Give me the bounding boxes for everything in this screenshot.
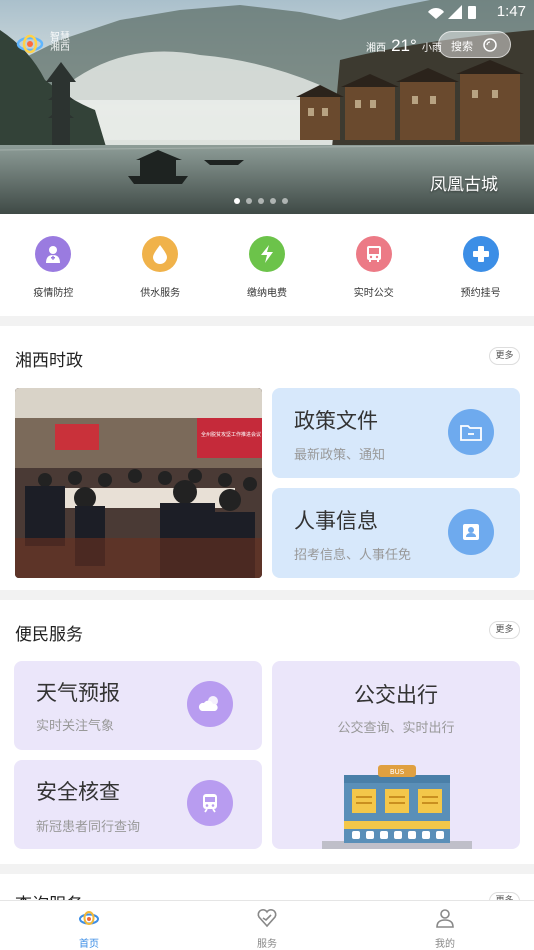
- medical-cross-icon: [462, 236, 499, 272]
- politics-section-title: 湘西时政: [15, 351, 83, 371]
- quick-item-electricity[interactable]: 缴纳电费: [214, 214, 321, 316]
- quick-item-bus[interactable]: 实时公交: [320, 214, 427, 316]
- card-subtitle: 公交查询、实时出行: [337, 721, 455, 736]
- card-subtitle: 招考信息、人事任免: [294, 548, 412, 563]
- bus-sign-text: BUS: [390, 768, 405, 776]
- train-icon: [187, 780, 233, 826]
- meeting-banner-text: 全州脱贫攻坚工作推进会议: [201, 431, 261, 438]
- politics-news-photo[interactable]: 全州脱贫攻坚工作推进会议: [15, 388, 262, 578]
- quick-item-label: 缴纳电费: [246, 288, 287, 299]
- search-placeholder: 搜索: [451, 40, 473, 53]
- nav-profile[interactable]: 我的: [356, 901, 534, 950]
- carousel-dot[interactable]: [282, 198, 288, 204]
- banner-caption: 凤凰古城: [430, 175, 498, 195]
- id-card-icon: [448, 509, 494, 555]
- card-title: 公交出行: [354, 683, 438, 707]
- services-more-button[interactable]: 更多: [489, 621, 520, 639]
- banner-carousel[interactable]: 1:47 智慧 湘西 湘西 21° 小雨 搜索 凤凰古城: [0, 0, 534, 214]
- app-screen: 1:47 智慧 湘西 湘西 21° 小雨 搜索 凤凰古城 疫情防控 供水服务 缴…: [0, 0, 534, 950]
- nav-label: 首页: [79, 939, 99, 950]
- quick-menu: 疫情防控 供水服务 缴纳电费 实时公交 预约挂号: [0, 214, 534, 316]
- bus-icon: [355, 236, 392, 272]
- quick-item-label: 实时公交: [353, 288, 394, 299]
- search-icon: [483, 38, 497, 52]
- status-time: 1:47: [496, 3, 526, 20]
- quick-item-label: 供水服务: [140, 288, 181, 299]
- weather-icon: [187, 681, 233, 727]
- quick-item-label: 预约挂号: [460, 288, 501, 299]
- lightning-icon: [248, 236, 285, 272]
- status-icons: [428, 5, 476, 19]
- status-bar: 1:47: [0, 0, 534, 26]
- home-icon: [79, 911, 99, 925]
- card-subtitle: 最新政策、通知: [294, 448, 386, 463]
- nav-service[interactable]: 服务: [178, 901, 356, 950]
- wifi-icon: [428, 7, 444, 19]
- carousel-dot[interactable]: [258, 198, 264, 204]
- bottom-navigation: 首页 服务 我的: [0, 900, 534, 950]
- weather-city: 湘西: [366, 43, 386, 54]
- card-subtitle: 新冠患者同行查询: [36, 820, 141, 835]
- quick-item-appointment[interactable]: 预约挂号: [427, 214, 534, 316]
- quick-item-water[interactable]: 供水服务: [107, 214, 214, 316]
- nav-home[interactable]: 首页: [0, 901, 178, 950]
- policy-documents-card[interactable]: 政策文件 最新政策、通知: [272, 388, 520, 478]
- weather-forecast-card[interactable]: 天气预报 实时关注气象: [14, 661, 262, 750]
- weather-widget[interactable]: 湘西 21° 小雨: [366, 36, 442, 56]
- carousel-dot[interactable]: [234, 198, 240, 204]
- search-bar[interactable]: 搜索: [438, 31, 511, 58]
- battery-icon: [468, 6, 476, 19]
- logo-text-line2: 湘西: [50, 42, 70, 53]
- services-section-title: 便民服务: [15, 625, 83, 645]
- nav-label: 我的: [435, 939, 455, 950]
- card-title: 天气预报: [36, 681, 120, 705]
- carousel-dot[interactable]: [246, 198, 252, 204]
- card-subtitle: 实时关注气象: [36, 719, 115, 734]
- bus-station-illustration: BUS: [322, 765, 472, 849]
- profile-icon: [436, 909, 454, 928]
- weather-temperature: 21°: [391, 36, 417, 55]
- app-logo-text: 智慧 湘西: [50, 33, 70, 53]
- quick-item-label: 疫情防控: [33, 288, 74, 299]
- bus-travel-card[interactable]: 公交出行 公交查询、实时出行 BUS: [272, 661, 520, 849]
- personnel-info-card[interactable]: 人事信息 招考信息、人事任免: [272, 488, 520, 578]
- service-icon: [257, 908, 277, 928]
- carousel-dots: [234, 198, 288, 204]
- politics-more-button[interactable]: 更多: [489, 347, 520, 365]
- doctor-icon: [35, 236, 72, 272]
- meeting-photo-image: 全州脱贫攻坚工作推进会议: [15, 388, 262, 578]
- quick-item-epidemic[interactable]: 疫情防控: [0, 214, 107, 316]
- card-title: 安全核查: [36, 780, 120, 804]
- signal-icon: [448, 5, 462, 19]
- card-title: 政策文件: [294, 409, 378, 433]
- folder-icon: [448, 409, 494, 455]
- card-title: 人事信息: [294, 509, 378, 533]
- water-drop-icon: [142, 236, 179, 272]
- carousel-dot[interactable]: [270, 198, 276, 204]
- nav-label: 服务: [257, 939, 277, 950]
- safety-check-card[interactable]: 安全核查 新冠患者同行查询: [14, 760, 262, 849]
